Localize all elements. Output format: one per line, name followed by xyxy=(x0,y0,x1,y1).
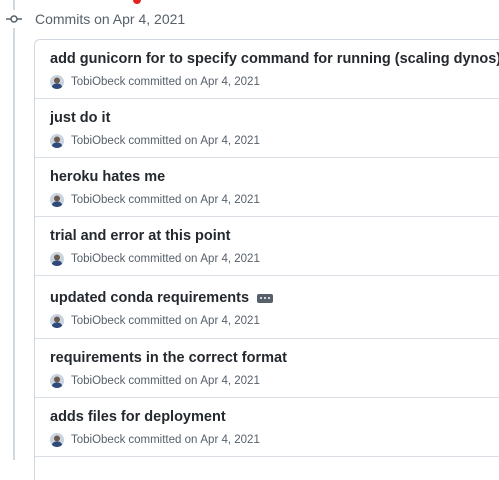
commit-message-link[interactable]: adds files for deployment xyxy=(50,409,226,425)
commit-group-header: Commits on Apr 4, 2021 xyxy=(5,10,185,28)
timeline-line xyxy=(13,0,15,460)
commit-action-text: committed on xyxy=(128,434,198,446)
commit-meta: TobiObeck committed on Apr 4, 2021 xyxy=(50,193,260,207)
commit-item: adds files for deployment TobiObeck comm… xyxy=(35,398,499,457)
commit-message[interactable]: add gunicorn for to specify command for … xyxy=(50,51,499,67)
commit-author-link[interactable]: TobiObeck xyxy=(71,253,125,265)
commit-date: Apr 4, 2021 xyxy=(200,375,260,387)
commit-message[interactable]: trial and error at this point xyxy=(50,228,230,244)
commit-author-link[interactable]: TobiObeck xyxy=(71,315,125,327)
commit-date: Apr 4, 2021 xyxy=(200,434,260,446)
commit-date: Apr 4, 2021 xyxy=(200,135,260,147)
commit-meta: TobiObeck committed on Apr 4, 2021 xyxy=(50,314,260,328)
commit-message[interactable]: updated conda requirements xyxy=(50,290,249,306)
commit-message[interactable]: adds files for deployment xyxy=(50,409,226,425)
commit-list: add gunicorn for to specify command for … xyxy=(34,39,499,480)
commit-action-text: committed on xyxy=(128,76,198,88)
commit-message-link[interactable]: add gunicorn for to specify command for … xyxy=(50,51,499,67)
commit-date: Apr 4, 2021 xyxy=(200,194,260,206)
commit-meta: TobiObeck committed on Apr 4, 2021 xyxy=(50,75,260,89)
commit-date: Apr 4, 2021 xyxy=(200,76,260,88)
commit-message-link[interactable]: trial and error at this point xyxy=(50,228,230,244)
commit-date: Apr 4, 2021 xyxy=(200,253,260,265)
avatar[interactable] xyxy=(50,374,64,388)
commit-message-link[interactable]: requirements in the correct format xyxy=(50,350,287,366)
commit-action-text: committed on xyxy=(128,194,198,206)
commit-group-title: Commits on Apr 4, 2021 xyxy=(35,11,186,27)
commit-meta: TobiObeck committed on Apr 4, 2021 xyxy=(50,134,260,148)
commit-meta: TobiObeck committed on Apr 4, 2021 xyxy=(50,252,260,266)
commit-action-text: committed on xyxy=(128,253,198,265)
commit-action-text: committed on xyxy=(128,315,198,327)
commit-item: add gunicorn for to specify command for … xyxy=(35,40,499,99)
commit-author-link[interactable]: TobiObeck xyxy=(71,194,125,206)
kebab-ellipsis-icon[interactable] xyxy=(257,293,274,303)
commit-action-text: committed on xyxy=(128,135,198,147)
commit-message[interactable]: heroku hates me xyxy=(50,169,165,185)
commit-author-link[interactable]: TobiObeck xyxy=(71,76,125,88)
commit-author-link[interactable]: TobiObeck xyxy=(71,375,125,387)
notification-marker xyxy=(133,0,141,4)
avatar[interactable] xyxy=(50,75,64,89)
commit-message-link[interactable]: just do it xyxy=(50,110,110,126)
commit-item: updated conda requirements TobiObeck com… xyxy=(35,276,499,339)
commit-date: Apr 4, 2021 xyxy=(200,315,260,327)
commit-item: requirements in the correct format TobiO… xyxy=(35,339,499,398)
avatar[interactable] xyxy=(50,193,64,207)
commit-author-link[interactable]: TobiObeck xyxy=(71,135,125,147)
avatar[interactable] xyxy=(50,134,64,148)
commit-author-link[interactable]: TobiObeck xyxy=(71,434,125,446)
commit-meta: TobiObeck committed on Apr 4, 2021 xyxy=(50,433,260,447)
commit-message-link[interactable]: heroku hates me xyxy=(50,169,165,185)
avatar[interactable] xyxy=(50,252,64,266)
commit-message[interactable]: requirements in the correct format xyxy=(50,350,287,366)
commit-message-link[interactable]: updated conda requirements xyxy=(50,290,274,306)
git-commit-icon xyxy=(5,10,23,28)
commit-item: just do it TobiObeck committed on Apr 4,… xyxy=(35,99,499,158)
avatar[interactable] xyxy=(50,433,64,447)
avatar[interactable] xyxy=(50,314,64,328)
commit-message[interactable]: just do it xyxy=(50,110,110,126)
commit-action-text: committed on xyxy=(128,375,198,387)
commit-item: heroku hates me TobiObeck committed on A… xyxy=(35,158,499,217)
commit-meta: TobiObeck committed on Apr 4, 2021 xyxy=(50,374,260,388)
commit-item: trial and error at this point TobiObeck … xyxy=(35,217,499,276)
